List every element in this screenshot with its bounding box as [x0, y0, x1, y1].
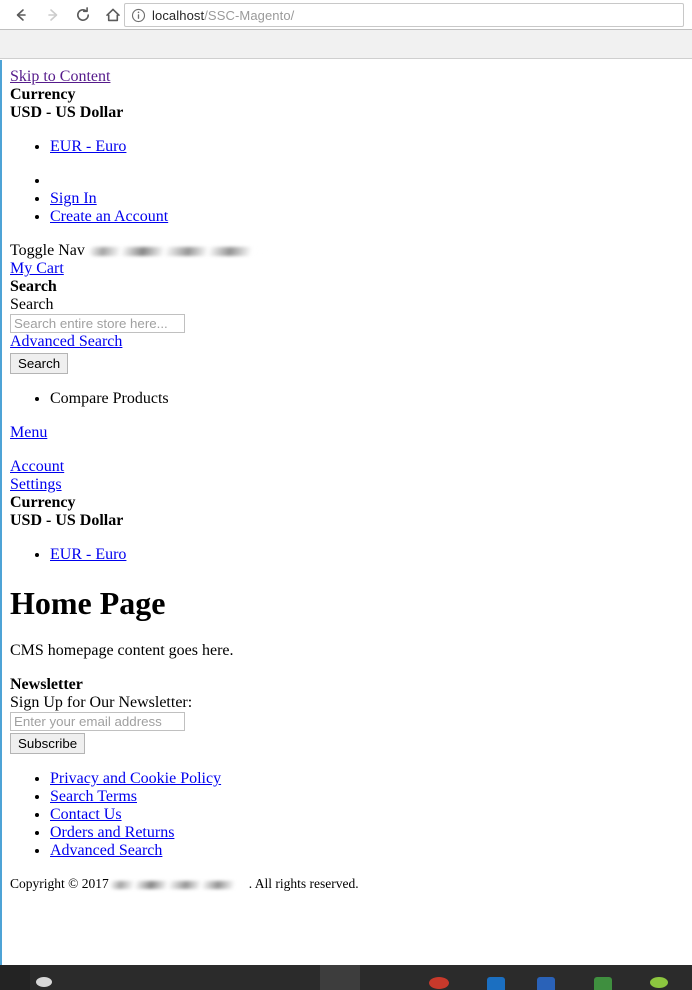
reload-icon: [77, 6, 89, 21]
orders-and-returns-link[interactable]: Orders and Returns: [50, 824, 174, 841]
toggle-nav-row[interactable]: Toggle Nav: [10, 242, 684, 260]
newsletter-label: Sign Up for Our Newsletter:: [10, 694, 193, 711]
sidebar-currency-label: Currency: [10, 494, 76, 511]
subscribe-button[interactable]: Subscribe: [10, 733, 86, 754]
my-cart-link[interactable]: My Cart: [10, 260, 684, 278]
sidebar-settings-link[interactable]: Settings: [10, 476, 684, 494]
menu-link[interactable]: Menu: [10, 424, 684, 442]
privacy-and-cookie-policy-link[interactable]: Privacy and Cookie Policy: [50, 770, 221, 787]
page-title: Home Page: [10, 585, 166, 621]
browser-icon[interactable]: [429, 977, 449, 989]
editor-icon[interactable]: [487, 977, 505, 990]
redacted-logo-text: [88, 246, 269, 256]
search-button-row: Search: [10, 353, 684, 374]
cortana-icon[interactable]: [36, 977, 52, 987]
back-arrow-icon: [16, 8, 26, 21]
search-input-row: [10, 314, 684, 333]
list-item[interactable]: EUR - Euro: [50, 546, 684, 564]
forward-button[interactable]: [38, 0, 68, 29]
advanced-search-link-header[interactable]: Advanced Search: [10, 333, 684, 351]
explorer-icon[interactable]: [537, 977, 555, 990]
list-item[interactable]: EUR - Euro: [50, 138, 684, 156]
reload-button[interactable]: [68, 0, 98, 29]
app-icon[interactable]: [650, 977, 668, 988]
subscribe-button-row: Subscribe: [10, 733, 684, 754]
start-button[interactable]: [0, 965, 30, 990]
sign-in-link[interactable]: Sign In: [50, 190, 97, 207]
sidebar-currency-list: EUR - Euro: [10, 546, 684, 564]
contact-us-link[interactable]: Contact Us: [50, 806, 122, 823]
search-terms-link[interactable]: Search Terms: [50, 788, 137, 805]
url-path: /SSC-Magento/: [204, 7, 295, 23]
search-label: Search: [10, 296, 54, 313]
forward-arrow-icon: [48, 8, 58, 21]
page-content: Skip to Content Currency USD - US Dollar…: [2, 60, 692, 900]
taskbar-active-window[interactable]: [320, 965, 360, 990]
currency-option-eur[interactable]: EUR - Euro: [50, 138, 126, 155]
address-bar[interactable]: localhost/SSC-Magento/: [124, 3, 684, 27]
list-item[interactable]: Create an Account: [50, 208, 684, 226]
footer-links-list: Privacy and Cookie Policy Search Terms C…: [10, 770, 684, 860]
sidebar-currency-option-eur[interactable]: EUR - Euro: [50, 546, 126, 563]
compare-products-label: Compare Products: [50, 390, 169, 407]
list-item: Compare Products: [50, 390, 684, 408]
terminal-icon[interactable]: [594, 977, 612, 990]
list-item[interactable]: Contact Us: [50, 806, 684, 824]
search-input[interactable]: [10, 314, 185, 333]
sidebar-account-link[interactable]: Account: [10, 458, 684, 476]
newsletter-heading: Newsletter: [10, 676, 83, 693]
sidebar-currency-selected: USD - US Dollar: [10, 512, 124, 529]
create-account-link[interactable]: Create an Account: [50, 208, 168, 225]
site-info-icon[interactable]: [131, 8, 146, 23]
list-item[interactable]: Sign In: [50, 190, 684, 208]
copyright-prefix: Copyright © 2017: [10, 876, 109, 891]
copyright-suffix: . All rights reserved.: [248, 876, 359, 891]
header-account-list: Sign In Create an Account: [10, 172, 684, 226]
list-item-empty: [50, 172, 684, 190]
newsletter-input-row: [10, 712, 684, 731]
url-host: localhost: [152, 7, 205, 23]
url-text: localhost/SSC-Magento/: [152, 8, 294, 23]
search-button[interactable]: Search: [10, 353, 69, 374]
page-body-text: CMS homepage content goes here.: [10, 642, 234, 659]
search-heading: Search: [10, 278, 57, 295]
browser-toolbar: localhost/SSC-Magento/: [0, 0, 692, 30]
newsletter-email-input[interactable]: [10, 712, 185, 731]
windows-taskbar[interactable]: [0, 965, 692, 990]
redacted-company-name: [109, 880, 248, 889]
back-button[interactable]: [6, 0, 36, 29]
home-icon: [106, 8, 120, 21]
skip-to-content-link[interactable]: Skip to Content: [10, 68, 684, 86]
advanced-search-link-footer[interactable]: Advanced Search: [50, 842, 162, 859]
copyright-row: Copyright © 2017 . All rights reserved.: [10, 876, 684, 892]
header-currency-label: Currency: [10, 86, 76, 103]
list-item[interactable]: Advanced Search: [50, 842, 684, 860]
bookmarks-bar[interactable]: [0, 30, 692, 59]
header-currency-selected: USD - US Dollar: [10, 104, 124, 121]
toggle-nav-label: Toggle Nav: [10, 242, 85, 259]
list-item[interactable]: Privacy and Cookie Policy: [50, 770, 684, 788]
page-viewport: Skip to Content Currency USD - US Dollar…: [0, 60, 692, 965]
list-item[interactable]: Orders and Returns: [50, 824, 684, 842]
list-item[interactable]: Search Terms: [50, 788, 684, 806]
header-currency-list: EUR - Euro: [10, 138, 684, 156]
compare-products-list: Compare Products: [10, 390, 684, 408]
